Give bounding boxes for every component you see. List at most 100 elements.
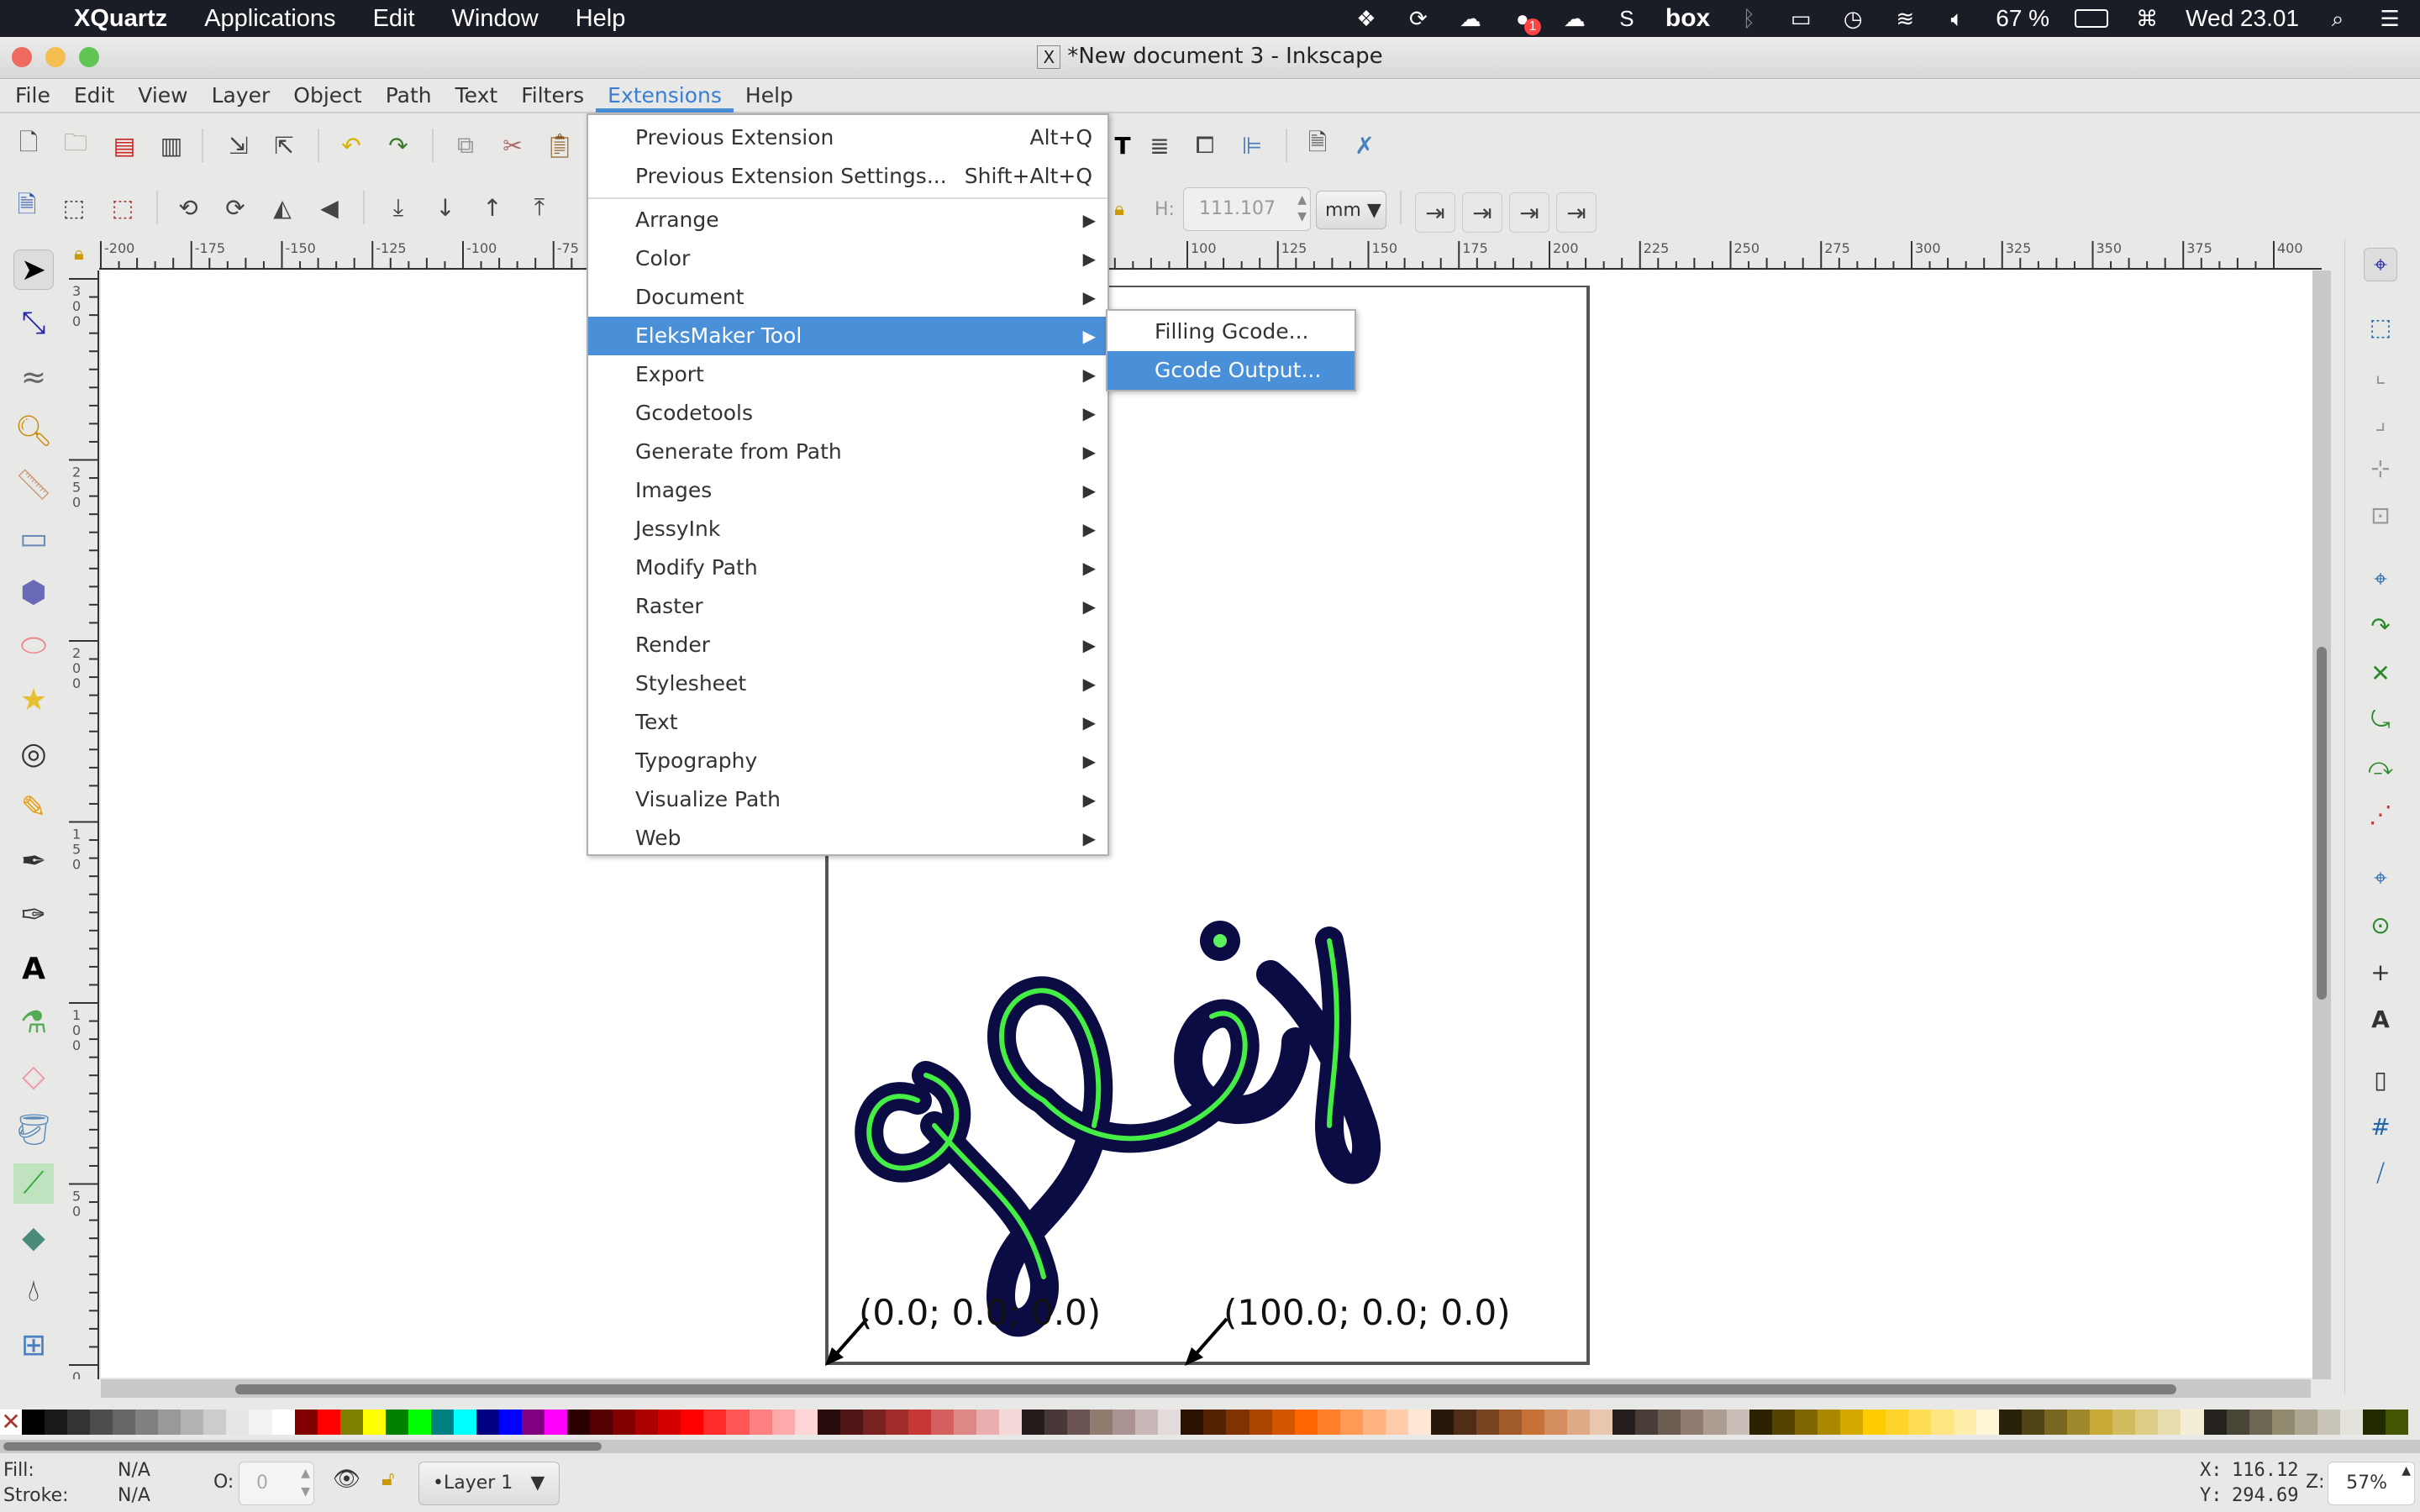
select-all-in-all-layers-icon[interactable]: ⬚: [59, 192, 89, 223]
submenu-item-gcode-output[interactable]: Gcode Output...: [1107, 351, 1355, 390]
time-machine-icon[interactable]: ◷: [1839, 5, 1866, 32]
palette-swatch[interactable]: [113, 1410, 136, 1435]
spotlight-search-icon[interactable]: ⌕: [2324, 5, 2351, 32]
box-icon[interactable]: box: [1665, 4, 1710, 33]
fill-value[interactable]: N/A: [118, 1460, 150, 1481]
lower-to-bottom-icon[interactable]: ⤓: [383, 192, 413, 223]
copy-icon[interactable]: ⧉: [450, 130, 481, 160]
snap-page-border-icon[interactable]: ▯: [2364, 1063, 2397, 1096]
mac-menu-help[interactable]: Help: [576, 5, 626, 33]
spiral-tool-icon[interactable]: ◎: [13, 733, 54, 774]
node-tool-icon[interactable]: ⤡: [13, 303, 54, 344]
paste-icon[interactable]: 📋︎: [544, 130, 575, 160]
palette-swatch[interactable]: [999, 1410, 1023, 1435]
xml-editor-icon[interactable]: ⧠: [1190, 130, 1220, 160]
palette-swatch[interactable]: [1907, 1410, 1931, 1435]
palette-swatch[interactable]: [794, 1410, 818, 1435]
mac-menu-applications[interactable]: Applications: [204, 5, 335, 33]
mesh-tool-icon[interactable]: ◆: [13, 1217, 54, 1257]
snap-text-baseline-icon[interactable]: A: [2364, 1002, 2397, 1036]
raise-icon[interactable]: ↑: [477, 192, 508, 223]
move-patterns-toggle[interactable]: ⇥: [1556, 192, 1597, 233]
palette-swatch[interactable]: [2226, 1410, 2249, 1435]
menu-item-render[interactable]: Render ▶: [588, 626, 1107, 664]
palette-swatch[interactable]: [1430, 1410, 1454, 1435]
menu-item-arrange[interactable]: Arrange ▶: [588, 201, 1107, 239]
palette-swatch[interactable]: [2339, 1410, 2363, 1435]
palette-swatch[interactable]: [953, 1410, 976, 1435]
star-tool-icon[interactable]: ★: [13, 680, 54, 720]
app-menu-xquartz[interactable]: XQuartz: [74, 5, 167, 33]
snap-cusp-nodes-icon[interactable]: ⤿: [2364, 703, 2397, 737]
palette-swatch[interactable]: [1385, 1410, 1408, 1435]
opacity-input[interactable]: 0 ▲ ▼: [239, 1462, 314, 1505]
palette-swatch[interactable]: [1044, 1410, 1068, 1435]
palette-swatch[interactable]: [1862, 1410, 1886, 1435]
battery-icon[interactable]: [2075, 9, 2109, 28]
menu-file[interactable]: File: [3, 79, 62, 113]
palette-swatch[interactable]: [2135, 1410, 2159, 1435]
palette-swatch[interactable]: [1658, 1410, 1681, 1435]
palette-swatch[interactable]: [362, 1410, 386, 1435]
scale-corners-toggle[interactable]: ⇥: [1462, 192, 1502, 233]
palette-swatch[interactable]: [1271, 1410, 1295, 1435]
palette-swatch[interactable]: [1726, 1410, 1749, 1435]
palette-swatch[interactable]: [2181, 1410, 2204, 1435]
open-folder-icon[interactable]: 🗀: [60, 129, 91, 160]
pencil-tool-icon[interactable]: ✎: [13, 787, 54, 827]
palette-swatch[interactable]: [430, 1410, 454, 1435]
preferences-icon[interactable]: ✗: [1349, 130, 1380, 160]
stroke-value[interactable]: N/A: [118, 1485, 150, 1506]
palette-swatch[interactable]: [635, 1410, 659, 1435]
layer-select[interactable]: •Layer 1 ▼: [418, 1462, 560, 1505]
spray-tool-icon[interactable]: ⚗: [13, 1002, 54, 1042]
no-paint-swatch[interactable]: ✕: [0, 1410, 22, 1435]
palette-swatch[interactable]: [1999, 1410, 2023, 1435]
menu-item-export[interactable]: Export ▶: [588, 355, 1107, 394]
measure-tool-icon[interactable]: 📏︎: [13, 465, 54, 505]
palette-swatch[interactable]: [2158, 1410, 2181, 1435]
zoom-input[interactable]: 57% ▲: [2328, 1462, 2415, 1505]
palette-swatch[interactable]: [408, 1410, 431, 1435]
palette-swatch[interactable]: [2067, 1410, 2091, 1435]
palette-swatch[interactable]: [1135, 1410, 1159, 1435]
wifi-icon[interactable]: ≋: [1891, 5, 1918, 32]
snap-enable-icon[interactable]: ⌖: [2364, 248, 2397, 281]
palette-swatch[interactable]: [339, 1410, 363, 1435]
menu-item-document[interactable]: Document ▶: [588, 278, 1107, 317]
menu-item-typography[interactable]: Typography ▶: [588, 742, 1107, 780]
palette-swatch[interactable]: [1294, 1410, 1318, 1435]
palette-swatch[interactable]: [2385, 1410, 2408, 1435]
palette-swatch[interactable]: [703, 1410, 727, 1435]
opacity-stepper[interactable]: ▲ ▼: [301, 1464, 310, 1501]
menu-item-previous-extension-settings[interactable]: Previous Extension Settings... Shift+Alt+…: [588, 157, 1107, 196]
palette-swatch[interactable]: [681, 1410, 704, 1435]
palette-swatch[interactable]: [1362, 1410, 1386, 1435]
palette-swatch[interactable]: [158, 1410, 182, 1435]
snap-smooth-nodes-icon[interactable]: ⤼: [2364, 750, 2397, 784]
palette-swatch[interactable]: [181, 1410, 204, 1435]
menu-item-eleksmaker-tool[interactable]: EleksMaker Tool ▶: [588, 317, 1107, 355]
palette-swatch[interactable]: [1499, 1410, 1523, 1435]
palette-swatch[interactable]: [1203, 1410, 1227, 1435]
snap-bbox-icon[interactable]: ⬚: [2364, 310, 2397, 344]
palette-swatch[interactable]: [271, 1410, 295, 1435]
palette-swatch[interactable]: [1090, 1410, 1113, 1435]
snap-rotation-center-icon[interactable]: +: [2364, 955, 2397, 989]
mac-menu-window[interactable]: Window: [452, 5, 539, 33]
snap-bbox-edge-icon[interactable]: ⌞: [2364, 357, 2397, 391]
export-icon[interactable]: ⇱: [269, 130, 299, 160]
height-input[interactable]: 111.107 ▲ ▼: [1183, 187, 1311, 231]
raise-to-top-icon[interactable]: ⤒: [524, 192, 555, 223]
dropbox-icon[interactable]: ❖: [1353, 5, 1380, 32]
paint-bucket-tool-icon[interactable]: 🪣︎: [13, 1110, 54, 1150]
vertical-ruler[interactable]: 300 250 200 150 100 50 0: [67, 270, 99, 1385]
palette-swatch[interactable]: [567, 1410, 591, 1435]
unit-select[interactable]: mm ▼: [1316, 191, 1386, 229]
palette-swatch[interactable]: [90, 1410, 113, 1435]
palette-swatch[interactable]: [2022, 1410, 2045, 1435]
palette-swatch[interactable]: [1407, 1410, 1431, 1435]
drawing-artwork[interactable]: [825, 874, 1413, 1344]
eraser-tool-icon[interactable]: ◇: [13, 1056, 54, 1096]
lower-icon[interactable]: ↓: [430, 192, 460, 223]
